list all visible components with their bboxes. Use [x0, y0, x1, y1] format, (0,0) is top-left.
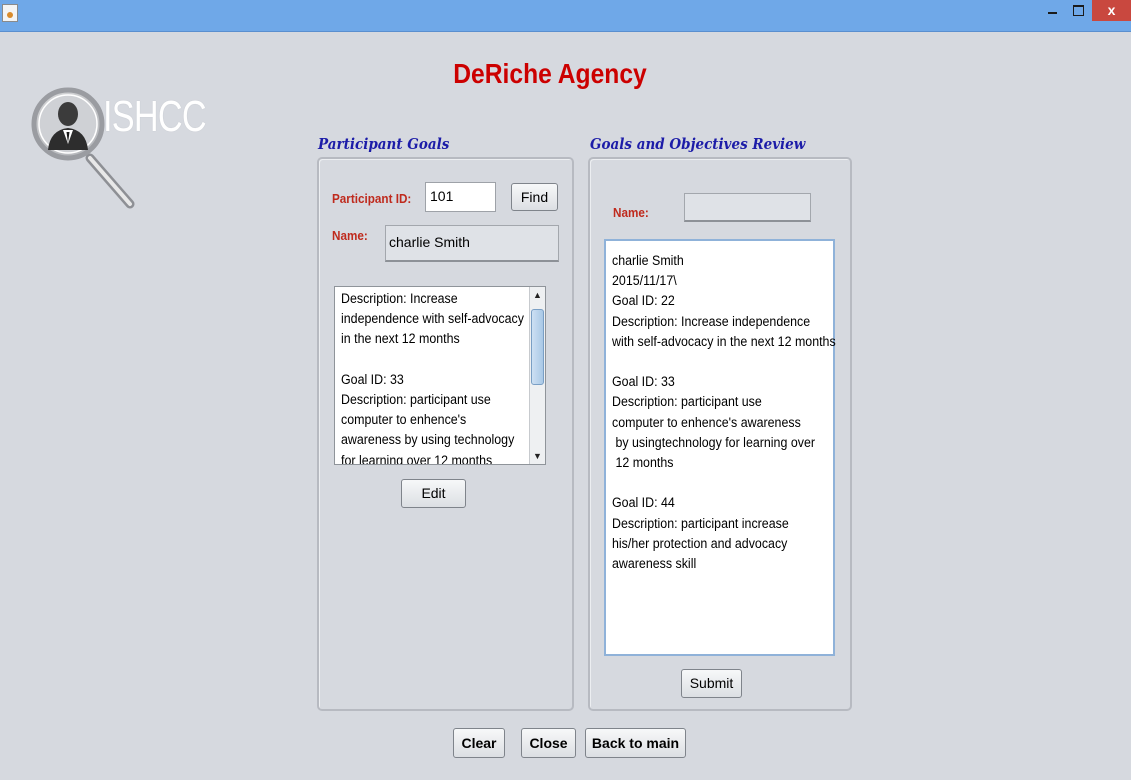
clear-button[interactable]: Clear — [453, 728, 505, 758]
maximize-icon[interactable] — [1066, 0, 1090, 21]
submit-button[interactable]: Submit — [681, 669, 742, 698]
close-button[interactable]: Close — [521, 728, 576, 758]
edit-button[interactable]: Edit — [401, 479, 466, 508]
logo-text: ISHCC — [103, 92, 207, 141]
back-to-main-button[interactable]: Back to main — [585, 728, 686, 758]
review-text: charlie Smith 2015/11/17\ Goal ID: 22 De… — [612, 253, 836, 572]
goals-scrollbar[interactable]: ▲ ▼ — [529, 287, 545, 464]
participant-name-field: charlie Smith — [385, 225, 559, 262]
java-icon — [2, 4, 18, 22]
minimize-icon[interactable] — [1040, 0, 1064, 21]
goals-textarea[interactable]: Description: Increase independence with … — [334, 286, 546, 465]
scroll-thumb[interactable] — [531, 309, 544, 385]
window-titlebar: x — [0, 0, 1131, 32]
participant-goals-title: Participant Goals — [318, 135, 450, 153]
review-textarea[interactable]: charlie Smith 2015/11/17\ Goal ID: 22 De… — [604, 239, 836, 656]
goals-text: Description: Increase independence with … — [341, 291, 524, 465]
scroll-up-icon[interactable]: ▲ — [530, 287, 545, 303]
page-title: DeRiche Agency — [453, 58, 647, 89]
find-button[interactable]: Find — [511, 183, 558, 211]
review-name-field — [684, 193, 811, 222]
participant-id-input[interactable]: 101 — [425, 182, 496, 212]
participant-id-label: Participant ID: — [332, 191, 412, 206]
review-title: Goals and Objectives Review — [590, 135, 806, 153]
ishcc-logo: ISHCC — [30, 80, 207, 215]
review-name-label: Name: — [613, 205, 649, 220]
scroll-down-icon[interactable]: ▼ — [530, 448, 545, 464]
name-label: Name: — [332, 228, 368, 243]
close-icon[interactable]: x — [1092, 0, 1131, 21]
